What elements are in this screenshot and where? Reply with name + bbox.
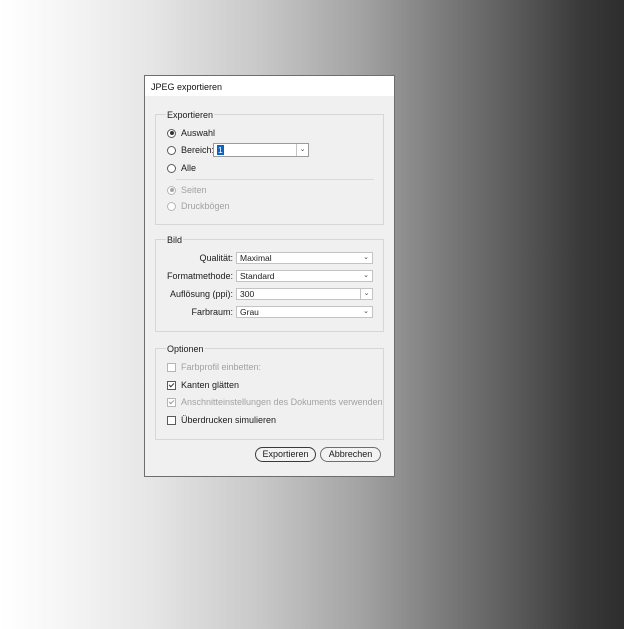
colorspace-label: Farbraum:: [191, 307, 233, 317]
radio-pages-label: Seiten: [181, 185, 207, 195]
checkbox-embed-profile-label: Farbprofil einbetten:: [181, 362, 262, 372]
colorspace-select[interactable]: Grau ⌄: [236, 306, 373, 318]
radio-selection[interactable]: Auswahl: [167, 128, 215, 138]
radio-all-indicator[interactable]: [167, 163, 176, 173]
export-divider: [176, 179, 374, 180]
quality-label: Qualität:: [199, 253, 233, 263]
quality-select[interactable]: Maximal ⌄: [236, 252, 373, 264]
checkbox-embed-profile-box[interactable]: [167, 362, 176, 372]
checkbox-antialias-label: Kanten glätten: [181, 380, 240, 390]
radio-range[interactable]: Bereich:: [167, 145, 214, 155]
radio-pages-indicator[interactable]: [167, 185, 176, 195]
range-input[interactable]: 1: [217, 145, 224, 155]
range-combobox[interactable]: 1 ⌄: [213, 143, 309, 157]
image-group: Bild Qualität: Maximal ⌄ Formatmethode: …: [155, 235, 384, 332]
checkbox-embed-profile[interactable]: Farbprofil einbetten:: [167, 362, 261, 372]
checkbox-bleed-label: Anschnitteinstellungen des Dokuments ver…: [181, 397, 383, 407]
radio-range-indicator[interactable]: [167, 145, 176, 155]
jpeg-export-dialog: JPEG exportieren Exportieren Auswahl Ber…: [144, 75, 395, 477]
export-group-label: Exportieren: [166, 110, 215, 120]
format-method-label: Formatmethode:: [166, 271, 233, 281]
chevron-down-icon: ⌄: [363, 254, 369, 261]
format-method-select[interactable]: Standard ⌄: [236, 270, 373, 282]
export-button[interactable]: Exportieren: [255, 447, 316, 462]
checkbox-overprint-label: Überdrucken simulieren: [181, 415, 277, 425]
radio-spreads[interactable]: Druckbögen: [167, 201, 230, 211]
radio-pages[interactable]: Seiten: [167, 185, 207, 195]
resolution-combobox[interactable]: 300 ⌄: [236, 288, 373, 300]
checkbox-overprint[interactable]: Überdrucken simulieren: [167, 415, 276, 425]
radio-spreads-indicator[interactable]: [167, 201, 176, 211]
chevron-down-icon: ⌄: [363, 308, 369, 315]
checkbox-antialias-box[interactable]: [167, 380, 176, 390]
chevron-down-icon: ⌄: [363, 272, 369, 279]
export-group: Exportieren Auswahl Bereich: 1 ⌄ Alle Se…: [155, 110, 384, 225]
image-group-label: Bild: [166, 235, 184, 245]
radio-selection-label: Auswahl: [181, 128, 216, 138]
checkbox-antialias[interactable]: Kanten glätten: [167, 380, 239, 390]
resolution-input[interactable]: 300: [240, 289, 254, 299]
radio-all-label: Alle: [181, 163, 197, 173]
dialog-title: JPEG exportieren: [151, 82, 223, 92]
format-method-value: Standard: [240, 271, 275, 281]
radio-range-label: Bereich:: [181, 145, 215, 155]
options-group-label: Optionen: [166, 344, 205, 354]
title-bar[interactable]: JPEG exportieren: [145, 76, 394, 96]
checkbox-bleed[interactable]: Anschnitteinstellungen des Dokuments ver…: [167, 397, 383, 407]
quality-value: Maximal: [240, 253, 272, 263]
resolution-label: Auflösung (ppi):: [169, 289, 233, 299]
cancel-button[interactable]: Abbrechen: [320, 447, 381, 462]
radio-spreads-label: Druckbögen: [181, 201, 230, 211]
radio-all[interactable]: Alle: [167, 163, 196, 173]
chevron-down-icon[interactable]: ⌄: [360, 289, 372, 299]
radio-selection-indicator[interactable]: [167, 128, 176, 138]
checkbox-bleed-box[interactable]: [167, 397, 176, 407]
colorspace-value: Grau: [240, 307, 259, 317]
options-group: Optionen Farbprofil einbetten: Kanten gl…: [155, 344, 384, 440]
chevron-down-icon[interactable]: ⌄: [296, 144, 308, 156]
checkbox-overprint-box[interactable]: [167, 415, 176, 425]
